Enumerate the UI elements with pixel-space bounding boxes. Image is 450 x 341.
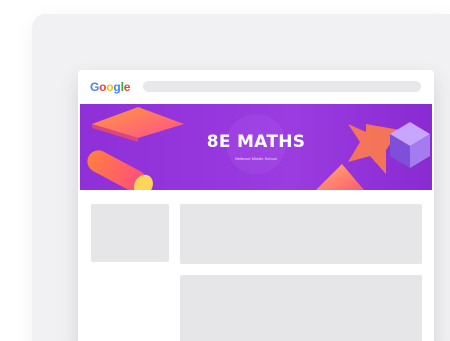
cylinder-shape — [87, 150, 153, 190]
pyramid-shape — [316, 164, 364, 190]
logo-letter: G — [90, 80, 100, 94]
browser-window: Google 8E MATHS Bellevue Middle School — [78, 70, 434, 341]
sidebar-placeholder — [91, 204, 169, 262]
class-subtitle: Bellevue Middle School — [235, 156, 277, 161]
class-title: 8E MATHS — [206, 132, 306, 152]
stream-post-placeholder — [180, 204, 422, 264]
address-bar[interactable] — [143, 81, 421, 92]
browser-toolbar: Google — [78, 70, 434, 104]
logo-letter: e — [123, 80, 131, 94]
class-banner: 8E MATHS Bellevue Middle School — [80, 104, 432, 190]
stream-post-placeholder — [180, 275, 422, 341]
google-logo[interactable]: Google — [90, 79, 130, 95]
logo-letter: g — [113, 80, 121, 94]
page: Google 8E MATHS Bellevue Middle School — [0, 0, 450, 341]
